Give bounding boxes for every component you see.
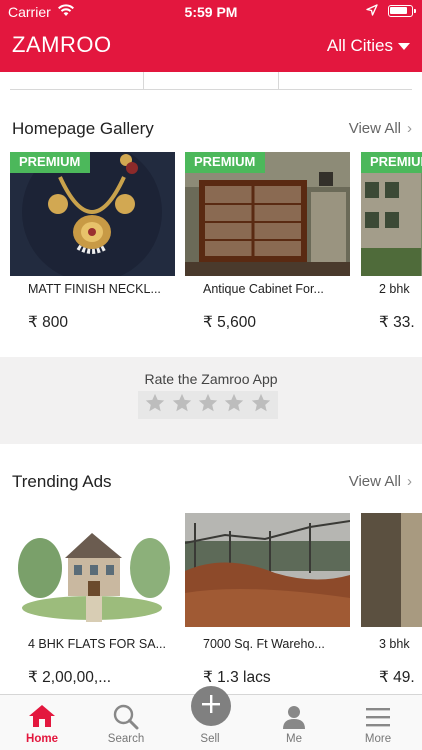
app-screen: Carrier 5:59 PM ZAMROO All Cities Homepa… — [0, 0, 422, 750]
ad-price: ₹ 1.3 lacs — [203, 669, 271, 686]
grid-divider — [278, 72, 279, 90]
homepage-gallery-row[interactable]: PREMIUM MATT FINISH NECKL... ₹ 800 PREMI… — [10, 152, 422, 342]
city-selector-label: All Cities — [326, 36, 393, 55]
ad-title: 4 BHK FLATS FOR SA... — [28, 637, 166, 651]
ad-price: ₹ 2,00,00,... — [28, 669, 112, 686]
rate-app-label: Rate the Zamroo App — [144, 371, 278, 387]
product-image: PREMIUM — [10, 152, 175, 276]
sell-button[interactable] — [191, 686, 231, 726]
ad-title: Antique Cabinet For... — [203, 282, 324, 296]
chevron-right-icon: › — [407, 473, 412, 490]
location-arrow-icon — [366, 3, 378, 19]
view-all-label: View All — [348, 120, 401, 137]
ad-title: 7000 Sq. Ft Wareho... — [203, 637, 325, 651]
app-logo: ZAMROO — [12, 32, 112, 57]
rate-app-panel: Rate the Zamroo App — [0, 357, 422, 444]
status-time: 5:59 PM — [184, 4, 238, 20]
premium-badge: PREMIUM — [185, 152, 266, 173]
tab-more[interactable]: More — [336, 695, 420, 750]
premium-badge: PREMIUM — [10, 152, 91, 173]
tab-me[interactable]: Me — [252, 695, 336, 750]
star-icon[interactable] — [171, 392, 193, 419]
trending-ads-row[interactable]: 4 BHK FLATS FOR SA... ₹ 2,00,00,... 7000… — [10, 513, 422, 693]
tab-label: Me — [286, 733, 302, 745]
homepage-gallery-header: Homepage Gallery View All › — [12, 119, 412, 143]
star-icon[interactable] — [223, 392, 245, 419]
star-rating[interactable] — [138, 391, 278, 419]
grid-divider — [143, 72, 144, 90]
home-icon — [0, 703, 84, 731]
tab-home[interactable]: Home — [0, 695, 84, 750]
ad-title: MATT FINISH NECKL... — [28, 282, 161, 296]
chevron-right-icon: › — [407, 120, 412, 137]
section-title: Trending Ads — [12, 472, 112, 491]
star-icon[interactable] — [197, 392, 219, 419]
view-all-link[interactable]: View All › — [349, 120, 412, 137]
ad-price: ₹ 33. — [379, 314, 415, 331]
ad-price: ₹ 800 — [28, 314, 69, 331]
search-icon — [84, 703, 168, 731]
user-icon — [252, 703, 336, 731]
ad-title: 2 bhk — [379, 282, 410, 296]
tab-label: Sell — [200, 733, 220, 745]
ad-price: ₹ 5,600 — [203, 314, 256, 331]
tab-label: Home — [26, 733, 58, 745]
star-icon[interactable] — [250, 392, 272, 419]
city-selector[interactable]: All Cities — [327, 36, 410, 56]
plus-icon — [200, 693, 222, 720]
product-image: PREMIUM — [361, 152, 422, 276]
tab-label: Search — [107, 733, 145, 745]
trending-ads-header: Trending Ads View All › — [12, 472, 412, 496]
product-image — [10, 513, 175, 627]
battery-icon — [388, 5, 416, 17]
view-all-link[interactable]: View All › — [349, 473, 412, 490]
product-image: PREMIUM — [185, 152, 350, 276]
section-title: Homepage Gallery — [12, 119, 154, 138]
product-image — [361, 513, 422, 627]
ad-title: 3 bhk — [379, 637, 410, 651]
navigation-bar: Carrier 5:59 PM ZAMROO All Cities — [0, 0, 422, 72]
tab-search[interactable]: Search — [84, 695, 168, 750]
tab-label: More — [364, 733, 392, 745]
ad-price: ₹ 49. — [379, 669, 415, 686]
product-image — [185, 513, 350, 627]
status-bar: Carrier 5:59 PM — [0, 0, 422, 22]
premium-badge: PREMIUM — [361, 152, 422, 173]
view-all-label: View All — [348, 473, 401, 490]
category-grid-bottom-edge — [10, 72, 412, 90]
star-icon[interactable] — [144, 392, 166, 419]
menu-icon — [336, 703, 420, 731]
caret-down-icon — [398, 42, 410, 50]
